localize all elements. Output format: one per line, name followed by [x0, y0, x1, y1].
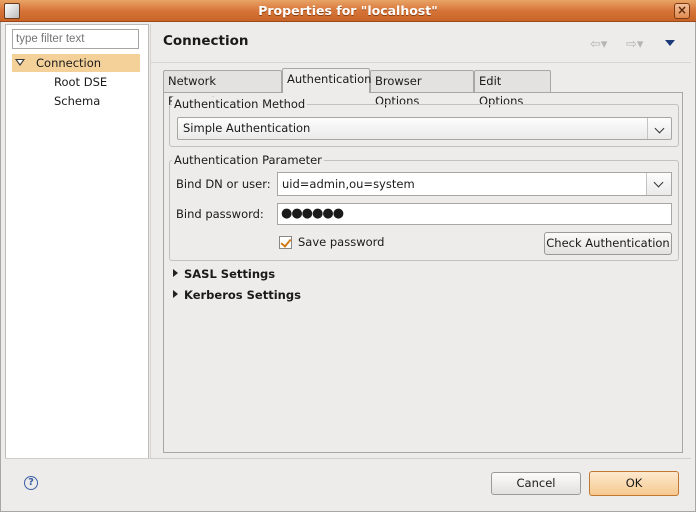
window-title: Properties for "localhost" — [258, 3, 438, 18]
save-password-label[interactable]: Save password — [298, 235, 384, 249]
tree-item-schema[interactable]: Schema — [54, 92, 100, 110]
title-bar[interactable]: Properties for "localhost" × — [0, 0, 696, 22]
bind-dn-label: Bind DN or user: — [176, 177, 271, 191]
help-icon[interactable]: ? — [24, 476, 38, 490]
bind-password-field[interactable]: ●●●●●● — [277, 203, 672, 225]
tab-edit-options[interactable]: Edit Options — [474, 70, 551, 108]
sasl-settings-label: SASL Settings — [184, 267, 276, 281]
chevron-down-icon[interactable] — [646, 173, 671, 195]
footer-divider — [5, 458, 691, 459]
tree-item-label: Connection — [36, 56, 102, 70]
bind-dn-combo[interactable]: uid=admin,ou=system — [277, 172, 672, 196]
tab-network-parameter[interactable]: Network Parameter — [163, 70, 282, 108]
arrow-left-icon[interactable]: ⇦▾ — [590, 37, 607, 52]
header-divider — [151, 62, 691, 63]
tree-item-connection[interactable]: Connection — [12, 54, 140, 72]
cancel-button[interactable]: Cancel — [491, 472, 581, 495]
save-password-checkbox[interactable] — [279, 236, 292, 249]
kerberos-settings-label: Kerberos Settings — [184, 288, 301, 302]
auth-method-value: Simple Authentication — [183, 121, 311, 135]
filter-input[interactable] — [12, 29, 139, 49]
page-title: Connection — [163, 33, 249, 49]
auth-param-group-title: Authentication Parameter — [172, 153, 324, 167]
auth-method-select[interactable]: Simple Authentication — [177, 117, 672, 140]
view-menu-icon[interactable] — [665, 40, 675, 46]
expand-arrow-icon[interactable] — [173, 290, 178, 298]
arrow-right-icon[interactable]: ⇨▾ — [626, 37, 643, 52]
tree-item-root-dse[interactable]: Root DSE — [54, 73, 107, 91]
tab-browser-options[interactable]: Browser Options — [370, 70, 474, 108]
expand-arrow-icon[interactable] — [173, 269, 178, 277]
ok-button[interactable]: OK — [589, 471, 679, 496]
bind-dn-value: uid=admin,ou=system — [282, 177, 415, 191]
check-authentication-button[interactable]: Check Authentication — [544, 232, 672, 255]
kerberos-settings-section[interactable]: Kerberos Settings — [173, 288, 301, 302]
close-icon[interactable]: × — [674, 3, 690, 19]
bind-password-label: Bind password: — [176, 207, 264, 221]
expand-triangle-icon[interactable] — [15, 59, 25, 66]
sasl-settings-section[interactable]: SASL Settings — [173, 267, 275, 281]
sash-divider[interactable] — [150, 24, 151, 459]
chevron-down-icon[interactable] — [647, 118, 671, 139]
auth-method-group-title: Authentication Method — [172, 97, 308, 111]
preference-tree-panel: Connection Root DSE Schema — [5, 24, 149, 459]
tab-authentication[interactable]: Authentication — [282, 68, 371, 93]
